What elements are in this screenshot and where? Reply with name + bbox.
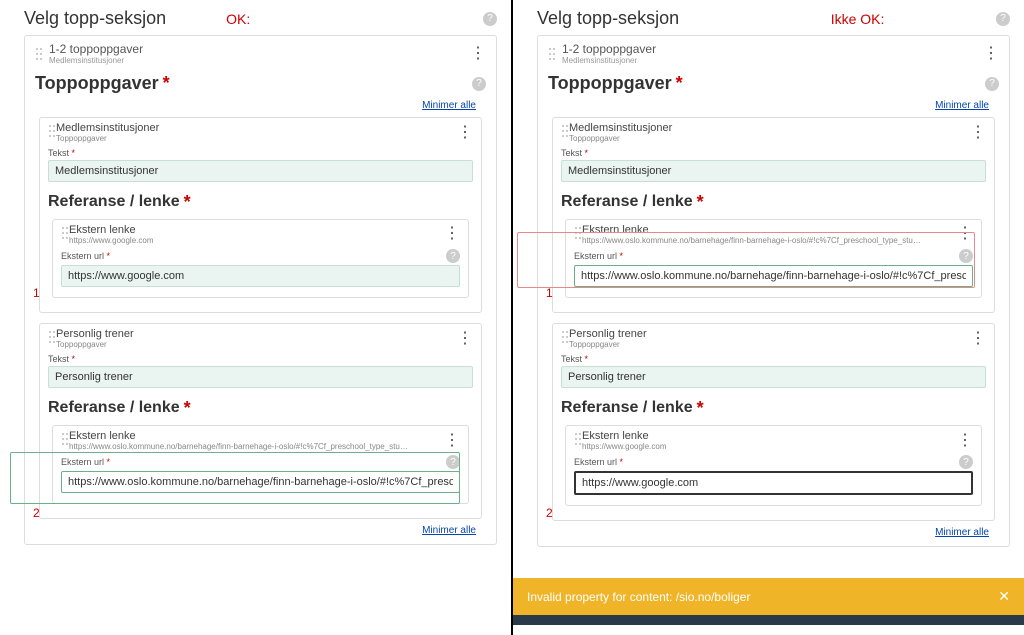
required-icon: *	[163, 73, 170, 94]
link-title: Ekstern lenke	[582, 224, 922, 236]
more-menu-icon[interactable]: ⋮	[983, 46, 999, 62]
more-menu-icon[interactable]: ⋮	[957, 433, 973, 449]
index-marker: 1	[546, 286, 553, 300]
help-icon[interactable]: ?	[959, 455, 973, 469]
drag-handle-icon[interactable]	[574, 432, 582, 449]
link-title: Ekstern lenke	[69, 430, 409, 442]
drag-handle-icon[interactable]	[48, 124, 56, 141]
card-title: 1-2 toppoppgaver	[49, 42, 143, 56]
drag-handle-icon[interactable]	[574, 226, 582, 243]
drag-handle-icon[interactable]	[548, 47, 556, 61]
link-subtitle: https://www.oslo.kommune.no/barnehage/fi…	[69, 442, 409, 452]
item-subtitle: Toppoppgaver	[56, 340, 134, 350]
link-subtitle: https://www.google.com	[69, 236, 153, 246]
ref-title: Referanse / lenke	[561, 193, 693, 211]
heading-velg-topp: Velg topp-seksjon	[537, 8, 679, 29]
url-input[interactable]	[574, 265, 973, 287]
more-menu-icon[interactable]: ⋮	[957, 226, 973, 242]
url-label: Ekstern url	[61, 251, 104, 261]
close-icon[interactable]: ✕	[998, 588, 1010, 605]
link-card: Ekstern lenke https://www.oslo.kommune.n…	[565, 219, 982, 299]
index-marker: 2	[546, 506, 553, 520]
item-subtitle: Toppoppgaver	[569, 134, 672, 144]
ref-title: Referanse / lenke	[48, 399, 180, 417]
card-title: 1-2 toppoppgaver	[562, 42, 656, 56]
index-marker: 1	[33, 286, 40, 300]
url-input[interactable]	[574, 471, 973, 495]
tekst-input[interactable]	[48, 160, 473, 182]
top-card: 1-2 toppoppgaver Medlemsinstitusjoner ⋮ …	[537, 35, 1010, 547]
left-pane: Velg topp-seksjon OK: ? 1-2 toppoppgaver…	[0, 0, 511, 635]
index-marker: 2	[33, 506, 40, 520]
tekst-input[interactable]	[48, 366, 473, 388]
list-item: Medlemsinstitusjoner Toppoppgaver ⋮ Teks…	[552, 117, 995, 313]
ref-title: Referanse / lenke	[561, 399, 693, 417]
drag-handle-icon[interactable]	[61, 226, 69, 243]
url-label: Ekstern url	[574, 457, 617, 467]
help-icon[interactable]: ?	[996, 12, 1010, 26]
more-menu-icon[interactable]: ⋮	[444, 433, 460, 449]
more-menu-icon[interactable]: ⋮	[444, 226, 460, 242]
top-card: 1-2 toppoppgaver Medlemsinstitusjoner ⋮ …	[24, 35, 497, 545]
more-menu-icon[interactable]: ⋮	[970, 125, 986, 141]
error-banner: Invalid property for content: /sio.no/bo…	[513, 578, 1024, 615]
help-icon[interactable]: ?	[446, 249, 460, 263]
status-ikke-ok: Ikke OK:	[831, 11, 885, 27]
tekst-label: Tekst	[48, 148, 69, 158]
tekst-label: Tekst	[48, 354, 69, 364]
item-title: Personlig trener	[569, 328, 647, 340]
section-toppoppgaver: Toppoppgaver	[548, 73, 672, 94]
minimer-alle-link[interactable]: Minimer alle	[422, 525, 476, 536]
banner-text: Invalid property for content: /sio.no/bo…	[527, 590, 750, 604]
section-toppoppgaver: Toppoppgaver	[35, 73, 159, 94]
drag-handle-icon[interactable]	[35, 47, 43, 61]
link-title: Ekstern lenke	[582, 430, 666, 442]
drag-handle-icon[interactable]	[61, 432, 69, 449]
tekst-label: Tekst	[561, 148, 582, 158]
right-pane: Velg topp-seksjon Ikke OK: ? 1-2 toppopp…	[513, 0, 1024, 635]
item-title: Personlig trener	[56, 328, 134, 340]
link-subtitle: https://www.google.com	[582, 442, 666, 452]
more-menu-icon[interactable]: ⋮	[457, 125, 473, 141]
item-subtitle: Toppoppgaver	[569, 340, 647, 350]
url-label: Ekstern url	[61, 457, 104, 467]
status-ok: OK:	[226, 11, 250, 27]
url-input[interactable]	[61, 471, 460, 493]
help-icon[interactable]: ?	[959, 249, 973, 263]
item-title: Medlemsinstitusjoner	[56, 122, 159, 134]
help-icon[interactable]: ?	[483, 12, 497, 26]
minimer-alle-link[interactable]: Minimer alle	[935, 100, 989, 111]
drag-handle-icon[interactable]	[561, 330, 569, 347]
help-icon[interactable]: ?	[446, 455, 460, 469]
link-card: Ekstern lenke https://www.google.com ⋮ E…	[52, 219, 469, 299]
tekst-input[interactable]	[561, 366, 986, 388]
ref-title: Referanse / lenke	[48, 193, 180, 211]
link-card: Ekstern lenke https://www.oslo.kommune.n…	[52, 425, 469, 505]
more-menu-icon[interactable]: ⋮	[457, 331, 473, 347]
item-subtitle: Toppoppgaver	[56, 134, 159, 144]
item-title: Medlemsinstitusjoner	[569, 122, 672, 134]
card-subtitle: Medlemsinstitusjoner	[49, 56, 143, 65]
minimer-alle-link[interactable]: Minimer alle	[935, 527, 989, 538]
heading-velg-topp: Velg topp-seksjon	[24, 8, 166, 29]
link-title: Ekstern lenke	[69, 224, 153, 236]
list-item: Medlemsinstitusjoner Toppoppgaver ⋮ Teks…	[39, 117, 482, 313]
help-icon[interactable]: ?	[985, 77, 999, 91]
footer-strip	[513, 615, 1024, 625]
more-menu-icon[interactable]: ⋮	[470, 46, 486, 62]
tekst-input[interactable]	[561, 160, 986, 182]
card-subtitle: Medlemsinstitusjoner	[562, 56, 656, 65]
link-subtitle: https://www.oslo.kommune.no/barnehage/fi…	[582, 236, 922, 246]
list-item: Personlig trener Toppoppgaver ⋮ Tekst * …	[552, 323, 995, 521]
minimer-alle-link[interactable]: Minimer alle	[422, 100, 476, 111]
help-icon[interactable]: ?	[472, 77, 486, 91]
list-item: Personlig trener Toppoppgaver ⋮ Tekst * …	[39, 323, 482, 519]
drag-handle-icon[interactable]	[561, 124, 569, 141]
link-card: Ekstern lenke https://www.google.com ⋮ E…	[565, 425, 982, 507]
url-input[interactable]	[61, 265, 460, 287]
url-label: Ekstern url	[574, 251, 617, 261]
tekst-label: Tekst	[561, 354, 582, 364]
more-menu-icon[interactable]: ⋮	[970, 331, 986, 347]
drag-handle-icon[interactable]	[48, 330, 56, 347]
